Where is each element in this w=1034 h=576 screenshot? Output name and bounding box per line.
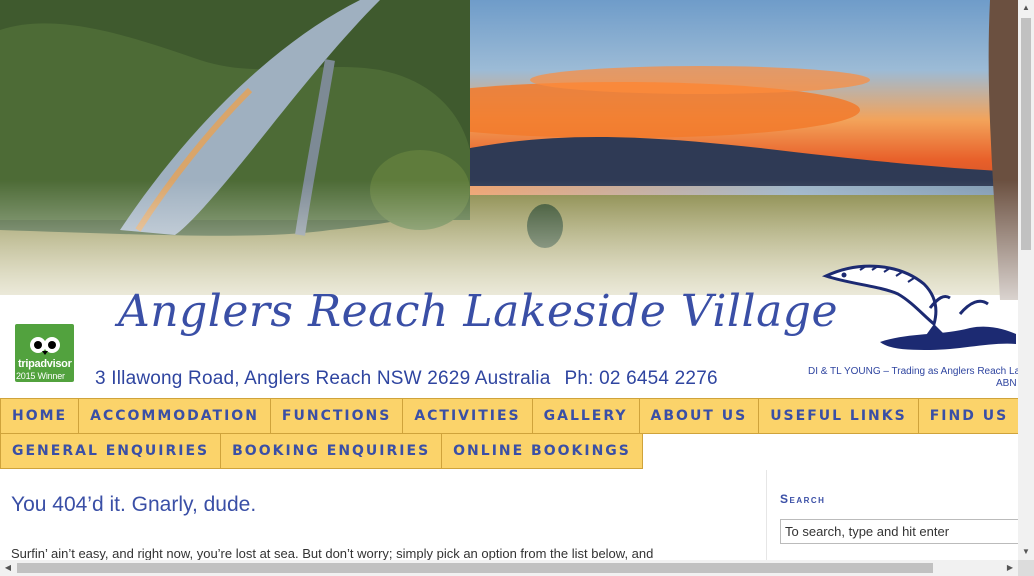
nav-item-booking-enquiries[interactable]: BOOKING ENQUIRIES (220, 433, 443, 469)
chevron-up-icon[interactable]: ▲ (1018, 0, 1034, 16)
vertical-scrollbar[interactable]: ▲ ▼ (1018, 0, 1034, 560)
address-text: 3 Illawong Road, Anglers Reach NSW 2629 … (95, 368, 551, 389)
phone-number: Ph: 02 6454 2276 (564, 368, 718, 389)
nav-item-general-enquiries[interactable]: GENERAL ENQUIRIES (0, 433, 222, 469)
nav-row-primary: HOME ACCOMMODATION FUNCTIONS ACTIVITIES … (0, 398, 1021, 434)
error-message: Surfin’ ain’t easy, and right now, you’r… (11, 546, 654, 561)
jumping-fish-logo (821, 264, 1016, 350)
nav-item-accommodation[interactable]: ACCOMMODATION (78, 398, 271, 434)
nav-item-online-bookings[interactable]: ONLINE BOOKINGS (441, 433, 643, 469)
chevron-right-icon[interactable]: ▶ (1002, 560, 1018, 576)
nav-item-find-us[interactable]: FIND US (917, 398, 1021, 434)
nav-row-secondary: GENERAL ENQUIRIES BOOKING ENQUIRIES ONLI… (0, 433, 1018, 469)
chevron-down-icon[interactable]: ▼ (1018, 544, 1034, 560)
scrollbar-corner (1018, 560, 1034, 576)
sidebar-search-title: Search (780, 492, 826, 506)
horizontal-scrollbar-thumb[interactable] (17, 563, 933, 573)
page-title: You 404’d it. Gnarly, dude. (11, 493, 257, 516)
tripadvisor-badge[interactable]: tripadvisor 2015 Winner (15, 324, 74, 382)
nav-item-functions[interactable]: FUNCTIONS (269, 398, 404, 434)
vertical-scrollbar-thumb[interactable] (1021, 18, 1031, 250)
chevron-left-icon[interactable]: ◀ (0, 560, 16, 576)
owl-icon (30, 337, 60, 355)
site-header: tripadvisor 2015 Winner Anglers Reach La… (0, 0, 1018, 398)
nav-item-useful-links[interactable]: USEFUL LINKS (758, 398, 919, 434)
owner-text: DI & TL YOUNG – Trading as Anglers Reach… (808, 366, 1018, 377)
nav-item-home[interactable]: HOME (0, 398, 80, 434)
search-input[interactable] (780, 519, 1026, 544)
tripadvisor-award: 2015 Winner (16, 371, 65, 381)
nav-item-gallery[interactable]: GALLERY (531, 398, 640, 434)
nav-item-about-us[interactable]: ABOUT US (638, 398, 760, 434)
site-address: 3 Illawong Road, Anglers Reach NSW 2629 … (95, 368, 718, 390)
site-title[interactable]: Anglers Reach Lakeside Village (118, 286, 838, 337)
abn-text: ABN (996, 378, 1017, 389)
nav-item-activities[interactable]: ACTIVITIES (402, 398, 533, 434)
main-navigation: HOME ACCOMMODATION FUNCTIONS ACTIVITIES … (0, 398, 1021, 469)
tripadvisor-brand: tripadvisor (18, 358, 72, 370)
content-divider (766, 470, 767, 560)
horizontal-scrollbar[interactable]: ◀ ▶ (0, 560, 1018, 576)
